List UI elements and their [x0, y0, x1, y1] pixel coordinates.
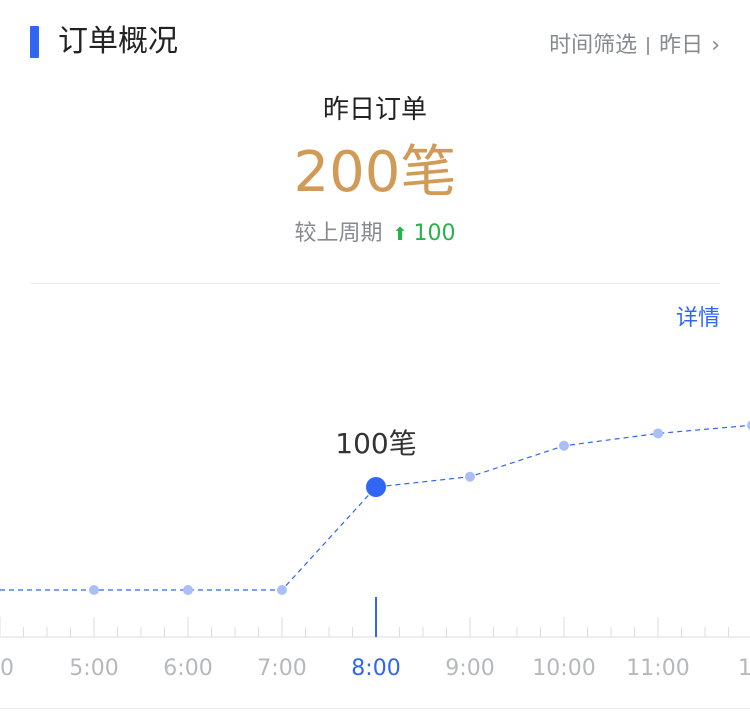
section-divider [30, 283, 720, 284]
x-tick-label[interactable]: 9:00 [445, 656, 494, 681]
x-tick-label[interactable]: 11:00 [626, 656, 689, 681]
x-tick-label[interactable]: 10:00 [532, 656, 595, 681]
bottom-divider [0, 708, 750, 709]
x-tick-label[interactable]: 7:00 [257, 656, 306, 681]
compare-delta: 100 [413, 221, 456, 246]
data-point[interactable] [89, 585, 99, 595]
data-point[interactable] [465, 471, 475, 482]
page-title: 订单概况 [58, 24, 178, 59]
selected-point-label: 100笔 [335, 427, 416, 460]
x-tick-label[interactable]: 12 [738, 656, 750, 681]
time-filter[interactable]: 时间筛选 昨日 › [549, 28, 720, 64]
filter-separator [647, 37, 650, 55]
x-tick-label[interactable]: 00 [0, 656, 14, 681]
x-tick-label-selected[interactable]: 8:00 [351, 656, 400, 681]
x-tick-label[interactable]: 6:00 [163, 656, 212, 681]
time-filter-value: 昨日 [659, 33, 704, 58]
data-point[interactable] [653, 428, 663, 439]
data-point[interactable] [559, 440, 569, 451]
time-filter-label: 时间筛选 [549, 33, 638, 58]
compare-label: 较上周期 [294, 221, 383, 246]
header: 订单概况 时间筛选 昨日 › [0, 0, 750, 90]
x-tick-label[interactable]: 5:00 [69, 656, 118, 681]
title-accent-bar [30, 26, 39, 58]
chevron-right-icon: › [711, 33, 720, 58]
arrow-up-icon: ⬆ [392, 224, 408, 245]
summary-value: 200笔 [293, 140, 457, 205]
data-point[interactable] [277, 585, 287, 595]
period-comparison: 较上周期 ⬆ 100 [0, 218, 750, 251]
data-point[interactable] [183, 585, 193, 595]
data-point-selected[interactable] [366, 477, 386, 497]
order-trend-chart[interactable]: 100笔 00 5:00 6:00 7:00 8:00 9:00 10:00 11:00 12 [0, 330, 750, 708]
summary-label: 昨日订单 [322, 95, 427, 125]
